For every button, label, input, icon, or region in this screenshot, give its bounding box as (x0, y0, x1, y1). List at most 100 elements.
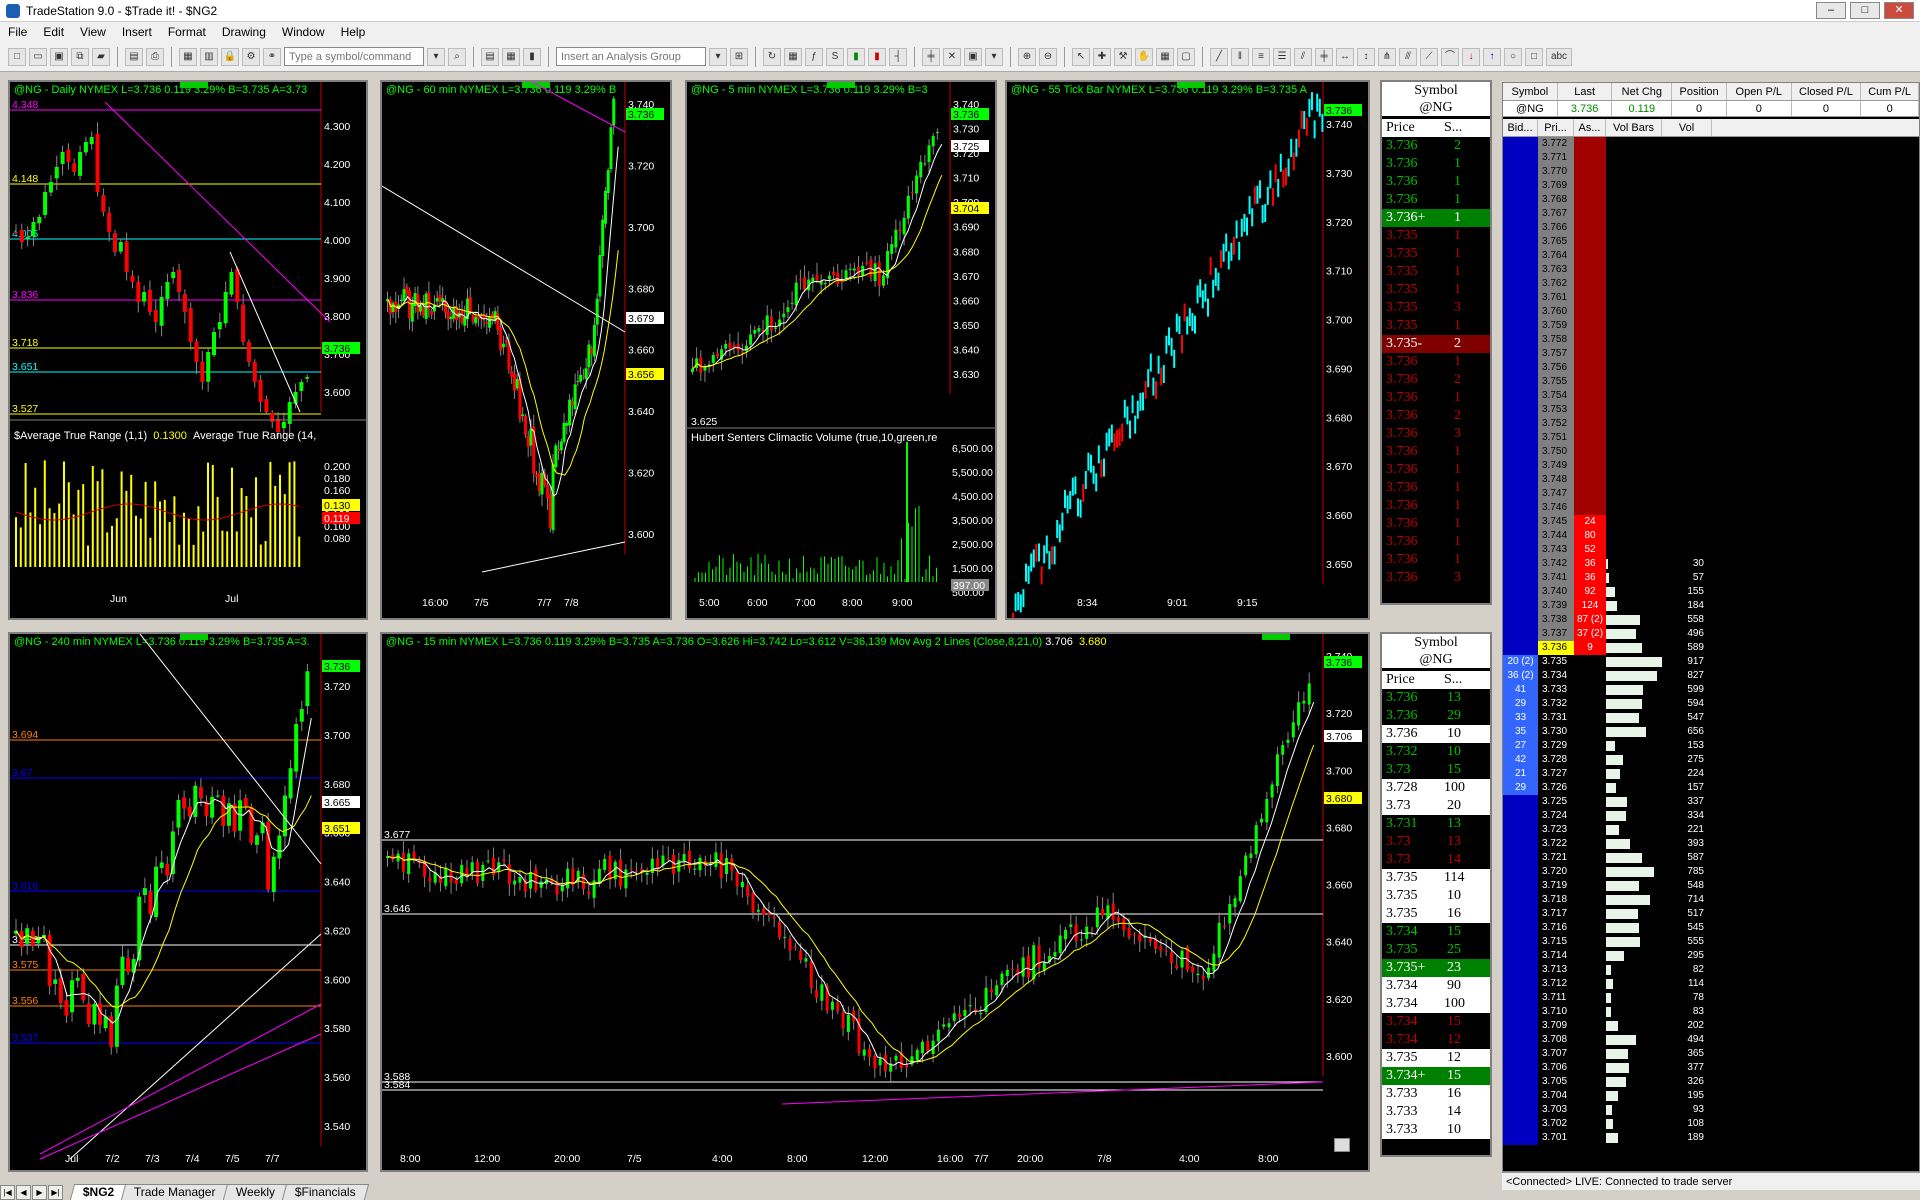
ask-cell[interactable] (1574, 263, 1606, 277)
price-cell[interactable]: 3.751 (1538, 431, 1574, 445)
bid-cell[interactable] (1503, 627, 1538, 641)
bid-cell[interactable] (1503, 235, 1538, 249)
ladder-row[interactable]: 3.732 10 (1382, 743, 1490, 761)
ask-cell[interactable] (1574, 1075, 1606, 1089)
chart-type-dropdown-icon[interactable]: ▾ (985, 47, 1003, 66)
ladder-row[interactable]: 3.73 14 (1382, 851, 1490, 869)
analysis-group-input[interactable] (556, 47, 706, 66)
ask-cell[interactable]: 36 (1574, 571, 1606, 585)
ask-cell[interactable] (1574, 305, 1606, 319)
price-cell[interactable]: 3.712 (1538, 977, 1574, 991)
zoom-out-icon[interactable]: ⊖ (1039, 47, 1057, 66)
bid-cell[interactable]: 29 (1503, 697, 1538, 711)
dom-row[interactable]: 3.716 545 (1503, 921, 1919, 935)
chart-55tick[interactable]: @NG - 55 Tick Bar NYMEX L=3.736 0.119 3.… (1005, 80, 1370, 620)
price-cell[interactable]: 3.759 (1538, 319, 1574, 333)
price-cell[interactable]: 3.761 (1538, 291, 1574, 305)
bid-cell[interactable] (1503, 865, 1538, 879)
price-cell[interactable]: 3.709 (1538, 1019, 1574, 1033)
dom-row[interactable]: 3.749 (1503, 459, 1919, 473)
ladder-symbol[interactable]: @NG (1382, 99, 1490, 116)
bid-cell[interactable] (1503, 1061, 1538, 1075)
line-style-icon[interactable]: ╪ (922, 47, 940, 66)
ask-cell[interactable] (1574, 445, 1606, 459)
link-icon[interactable]: ⚭ (263, 47, 281, 66)
time-sales-window-2[interactable]: Symbol @NG Price S... 3.736 13 3.736 29 3.736… (1380, 632, 1492, 1157)
new-icon[interactable]: □ (8, 47, 26, 66)
ask-cell[interactable] (1574, 403, 1606, 417)
ask-cell[interactable] (1574, 935, 1606, 949)
format-icon[interactable]: ▤ (481, 47, 499, 66)
ask-cell[interactable] (1574, 179, 1606, 193)
price-cell[interactable]: 3.741 (1538, 571, 1574, 585)
ladder-row[interactable]: 3.736 1 (1382, 533, 1490, 551)
price-cell[interactable]: 3.744 (1538, 529, 1574, 543)
size-column-header[interactable]: S... (1444, 119, 1464, 137)
dom-row[interactable]: 3.768 (1503, 193, 1919, 207)
price-cell[interactable]: 3.730 (1538, 725, 1574, 739)
bid-cell[interactable] (1503, 179, 1538, 193)
dom-ladder[interactable]: 3.772 3.771 3.770 3.769 3.768 3.767 3.766 3.765… (1503, 137, 1919, 1145)
menu-format[interactable]: Format (160, 25, 214, 39)
bid-cell[interactable] (1503, 1019, 1538, 1033)
ladder-row[interactable]: 3.731 13 (1382, 815, 1490, 833)
bid-cell[interactable] (1503, 935, 1538, 949)
ask-cell[interactable] (1574, 459, 1606, 473)
close-button[interactable]: ✕ (1884, 2, 1914, 19)
ladder-row[interactable]: 3.734+ 15 (1382, 1067, 1490, 1085)
price-cell[interactable]: 3.747 (1538, 487, 1574, 501)
price-cell[interactable]: 3.750 (1538, 445, 1574, 459)
prev-tab-button[interactable]: ◀ (16, 1185, 31, 1200)
down-arrow-icon[interactable]: ↓ (1462, 47, 1480, 66)
ask-cell[interactable] (1574, 725, 1606, 739)
price-cell[interactable]: 3.710 (1538, 1005, 1574, 1019)
dom-row[interactable]: 3.722 393 (1503, 837, 1919, 851)
ask-cell[interactable] (1574, 753, 1606, 767)
dom-row[interactable]: 3.715 555 (1503, 935, 1919, 949)
bar-chart-icon[interactable]: ▮ (523, 47, 541, 66)
ladder-symbol[interactable]: @NG (1382, 651, 1490, 668)
dom-row[interactable]: 3.752 (1503, 417, 1919, 431)
bid-cell[interactable]: 20 (2) (1503, 655, 1538, 669)
time-sales-window-1[interactable]: Symbol @NG Price S... 3.736 2 3.736 1 3.736 1 3… (1380, 80, 1492, 605)
price-cell[interactable]: 3.748 (1538, 473, 1574, 487)
col-ask[interactable]: As... (1574, 119, 1606, 136)
gann-fan-icon[interactable]: ⫻ (1399, 47, 1417, 66)
bid-cell[interactable] (1503, 249, 1538, 263)
dom-row[interactable]: 3.740 92 155 (1503, 585, 1919, 599)
price-cell[interactable]: 3.754 (1538, 389, 1574, 403)
ladder-row[interactable]: 3.734 15 (1382, 1013, 1490, 1031)
bid-cell[interactable] (1503, 431, 1538, 445)
price-cell[interactable]: 3.743 (1538, 543, 1574, 557)
text-tool-icon[interactable]: abc (1546, 47, 1572, 66)
dom-row[interactable]: 36 (2) 3.734 827 (1503, 669, 1919, 683)
menu-insert[interactable]: Insert (114, 25, 160, 39)
ladder-row[interactable]: 3.735 12 (1382, 1049, 1490, 1067)
ask-cell[interactable] (1574, 683, 1606, 697)
price-cell[interactable]: 3.749 (1538, 459, 1574, 473)
ladder-row[interactable]: 3.736 2 (1382, 137, 1490, 155)
dom-row[interactable]: 3.713 82 (1503, 963, 1919, 977)
bid-cell[interactable] (1503, 557, 1538, 571)
calendar-icon[interactable]: ▦ (1156, 47, 1174, 66)
bid-cell[interactable] (1503, 473, 1538, 487)
zoom-in-icon[interactable]: ⊕ (1018, 47, 1036, 66)
indicator-icon[interactable]: ƒ (805, 47, 823, 66)
dom-row[interactable]: 3.758 (1503, 333, 1919, 347)
ask-cell[interactable] (1574, 319, 1606, 333)
crosshair-icon[interactable]: ✚ (1093, 47, 1111, 66)
dom-row[interactable]: 21 3.727 224 (1503, 767, 1919, 781)
price-cell[interactable]: 3.762 (1538, 277, 1574, 291)
bar-style-icon[interactable]: ┤ (889, 47, 907, 66)
bid-cell[interactable] (1503, 207, 1538, 221)
price-cell[interactable]: 3.714 (1538, 949, 1574, 963)
dom-row[interactable]: 3.717 517 (1503, 907, 1919, 921)
ask-cell[interactable] (1574, 837, 1606, 851)
dom-row[interactable]: 3.759 (1503, 319, 1919, 333)
bid-cell[interactable]: 27 (1503, 739, 1538, 753)
col-net-chg[interactable]: Net Chg (1612, 83, 1673, 100)
ask-cell[interactable] (1574, 907, 1606, 921)
price-cell[interactable]: 3.722 (1538, 837, 1574, 851)
dom-row[interactable]: 3.720 785 (1503, 865, 1919, 879)
ask-cell[interactable]: 36 (1574, 557, 1606, 571)
